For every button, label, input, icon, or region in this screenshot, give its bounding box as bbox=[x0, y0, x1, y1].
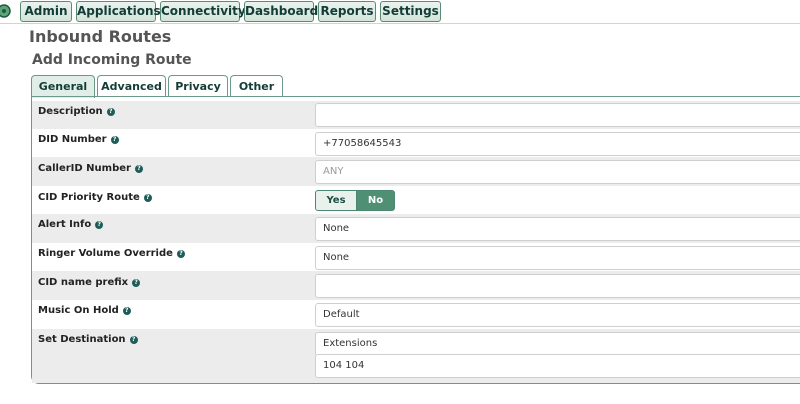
tab-other[interactable]: Other bbox=[230, 75, 283, 97]
did-number-input[interactable]: +77058645543 bbox=[315, 132, 800, 156]
help-icon[interactable]: ? bbox=[129, 336, 138, 344]
did-number-label: DID Number? bbox=[38, 134, 119, 145]
ringer-volume-override-label: Ringer Volume Override? bbox=[38, 248, 185, 259]
description-input[interactable] bbox=[315, 103, 800, 127]
help-icon[interactable]: ? bbox=[176, 250, 185, 258]
set-destination-label: Set Destination? bbox=[38, 334, 138, 345]
nav-reports[interactable]: Reports bbox=[318, 1, 376, 22]
destination-type-select[interactable]: Extensions bbox=[315, 332, 800, 356]
top-nav-bar: Admin Applications Connectivity Dashboar… bbox=[0, 0, 800, 24]
tab-advanced[interactable]: Advanced bbox=[97, 75, 166, 97]
help-icon[interactable]: ? bbox=[132, 279, 141, 287]
nav-dashboard[interactable]: Dashboard bbox=[244, 1, 318, 22]
help-icon[interactable]: ? bbox=[106, 108, 115, 116]
page-title: Inbound Routes bbox=[29, 27, 172, 46]
help-icon[interactable]: ? bbox=[95, 221, 104, 229]
nav-settings[interactable]: Settings bbox=[380, 1, 441, 22]
cid-priority-yes-button[interactable]: Yes bbox=[315, 190, 357, 211]
description-label: Description? bbox=[38, 106, 115, 117]
help-icon[interactable]: ? bbox=[122, 307, 131, 315]
help-icon[interactable]: ? bbox=[143, 194, 152, 202]
music-on-hold-select[interactable]: Default bbox=[315, 303, 800, 327]
nav-applications[interactable]: Applications bbox=[76, 1, 161, 22]
cid-name-prefix-input[interactable] bbox=[315, 274, 800, 298]
help-icon[interactable]: ? bbox=[110, 136, 119, 144]
section-title: Add Incoming Route bbox=[32, 52, 192, 68]
ringer-volume-override-select[interactable]: None bbox=[315, 246, 800, 270]
nav-connectivity[interactable]: Connectivity bbox=[160, 1, 246, 22]
tab-general[interactable]: General bbox=[31, 75, 95, 98]
alert-info-label: Alert Info? bbox=[38, 219, 104, 230]
cid-priority-route-label: CID Priority Route? bbox=[38, 192, 152, 203]
cid-priority-no-button[interactable]: No bbox=[356, 190, 395, 211]
music-on-hold-label: Music On Hold? bbox=[38, 305, 131, 316]
callerid-number-label: CallerID Number? bbox=[38, 163, 143, 174]
help-icon[interactable]: ? bbox=[134, 165, 143, 173]
destination-target-select[interactable]: 104 104 bbox=[315, 354, 800, 378]
tab-privacy[interactable]: Privacy bbox=[168, 75, 228, 97]
cid-name-prefix-label: CID name prefix? bbox=[38, 277, 141, 288]
alert-info-input[interactable]: None bbox=[315, 217, 800, 241]
callerid-number-input[interactable]: ANY bbox=[315, 160, 800, 184]
row-cid-priority-route: CID Priority Route? bbox=[32, 186, 800, 214]
nav-admin[interactable]: Admin bbox=[20, 1, 72, 22]
logo-icon[interactable] bbox=[0, 2, 14, 20]
